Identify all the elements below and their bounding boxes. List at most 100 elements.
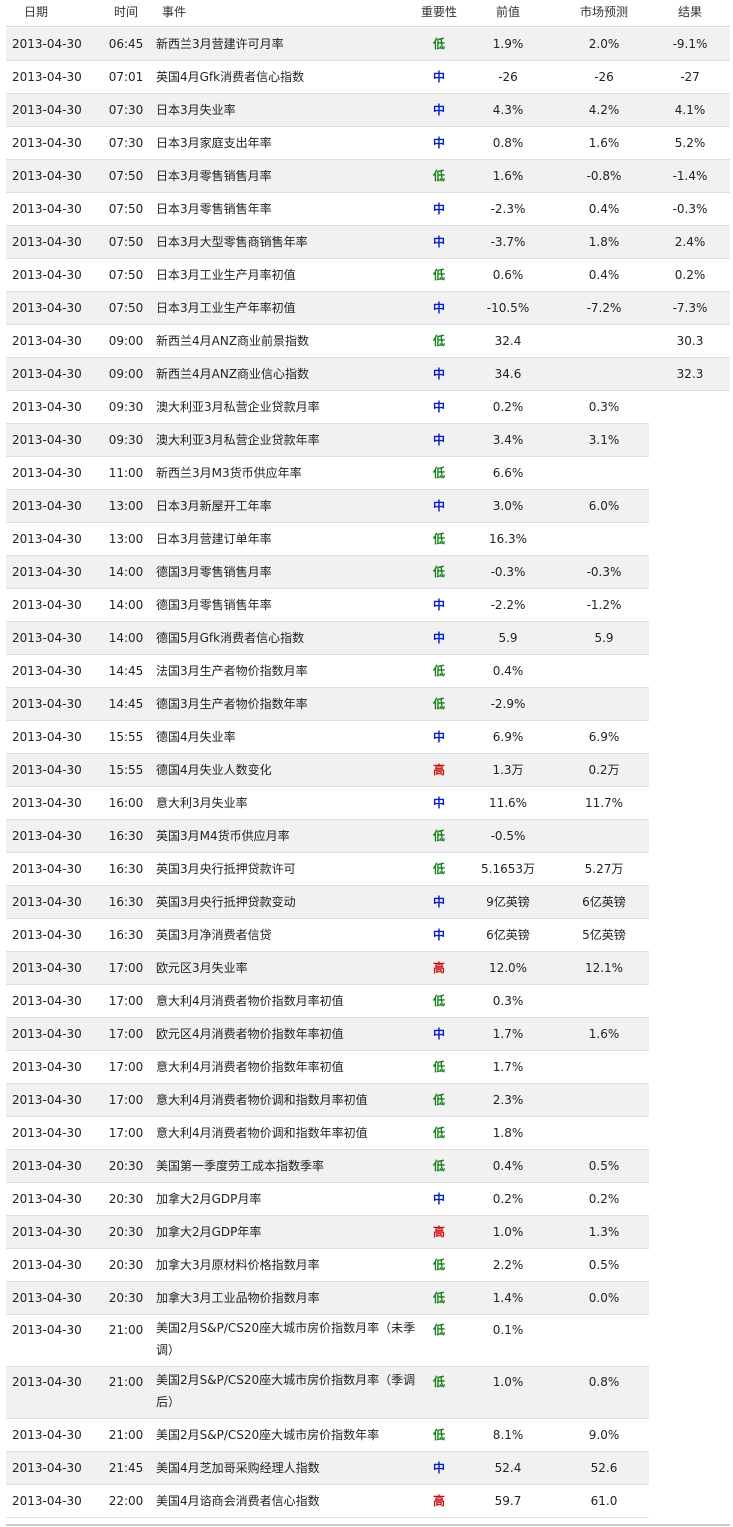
cell-forecast: 0.2% — [588, 1192, 620, 1206]
table-row: 2013-04-30 17:00 意大利4月消费者物价指数月率初值 低 0.3% — [6, 985, 730, 1018]
cell-event: 新西兰4月ANZ商业信心指数 — [156, 367, 310, 381]
cell-previous: 1.0% — [492, 1225, 524, 1239]
cell-event: 意大利4月消费者物价调和指数月率初值 — [156, 1093, 368, 1107]
cell-actual: 2.4% — [674, 235, 706, 249]
table-row: 2013-04-30 09:00 新西兰4月ANZ商业信心指数 中 34.6 32.3 — [6, 358, 730, 391]
cell-event: 美国2月S&P/CS20座大城市房价指数月率（未季调） — [156, 1321, 416, 1357]
cell-time: 20:30 — [108, 1291, 144, 1305]
cell-time: 14:00 — [108, 565, 144, 579]
cell-previous: -10.5% — [486, 301, 530, 315]
cell-previous: 6亿英镑 — [486, 928, 530, 942]
cell-time: 17:00 — [108, 1126, 144, 1140]
cell-event: 新西兰3月M3货币供应年率 — [156, 466, 302, 480]
table-row: 2013-04-30 17:00 欧元区3月失业率 高 12.0% 12.1% — [6, 952, 730, 985]
table-row: 2013-04-30 07:50 日本3月工业生产年率初值 中 -10.5% -7.2% -… — [6, 292, 730, 325]
cell-previous: 4.3% — [492, 103, 524, 117]
cell-date: 2013-04-30 — [12, 1428, 82, 1442]
cell-event: 德国4月失业人数变化 — [156, 763, 272, 777]
cell-date: 2013-04-30 — [12, 1258, 82, 1272]
table-bottom-rule — [6, 1524, 730, 1526]
cell-event: 美国2月S&P/CS20座大城市房价指数月率（季调后） — [156, 1373, 416, 1409]
cell-importance: 中 — [432, 202, 445, 216]
cell-forecast: 5.27万 — [584, 862, 624, 876]
cell-previous: 0.4% — [492, 1159, 524, 1173]
table-row: 2013-04-30 07:50 日本3月零售销售年率 中 -2.3% 0.4% -0.3% — [6, 193, 730, 226]
cell-forecast: -0.8% — [586, 169, 622, 183]
table-row: 2013-04-30 15:55 德国4月失业率 中 6.9% 6.9% — [6, 721, 730, 754]
cell-date: 2013-04-30 — [12, 598, 82, 612]
cell-date: 2013-04-30 — [12, 334, 82, 348]
cell-date: 2013-04-30 — [12, 664, 82, 678]
table-row: 2013-04-30 20:30 加拿大3月工业品物价指数月率 低 1.4% 0.0% — [6, 1282, 730, 1315]
cell-importance: 低 — [432, 1375, 445, 1389]
cell-importance: 高 — [432, 763, 445, 777]
cell-previous: 59.7 — [494, 1494, 522, 1508]
cell-event: 德国3月零售销售月率 — [156, 565, 272, 579]
table-row: 2013-04-30 20:30 加拿大2月GDP月率 中 0.2% 0.2% — [6, 1183, 730, 1216]
cell-importance: 低 — [432, 697, 445, 711]
cell-importance: 低 — [432, 1428, 445, 1442]
cell-importance: 中 — [432, 796, 445, 810]
table-header: 日期 时间 事件 重要性 前值 市场预测 结果 — [6, 0, 730, 27]
cell-time: 07:50 — [108, 235, 144, 249]
cell-actual: 30.3 — [676, 334, 704, 348]
cell-importance: 低 — [432, 829, 445, 843]
cell-actual: -7.3% — [672, 301, 708, 315]
cell-importance: 低 — [432, 1126, 445, 1140]
cell-time: 16:30 — [108, 895, 144, 909]
header-date: 日期 — [24, 5, 49, 19]
table-row: 2013-04-30 11:00 新西兰3月M3货币供应年率 低 6.6% — [6, 457, 730, 490]
cell-date: 2013-04-30 — [12, 631, 82, 645]
cell-event: 日本3月失业率 — [156, 103, 236, 117]
cell-importance: 中 — [432, 598, 445, 612]
cell-date: 2013-04-30 — [12, 433, 82, 447]
cell-actual: -1.4% — [672, 169, 708, 183]
cell-event: 日本3月家庭支出年率 — [156, 136, 272, 150]
cell-time: 17:00 — [108, 994, 144, 1008]
header-previous: 前值 — [495, 5, 520, 19]
cell-time: 14:45 — [108, 664, 144, 678]
table-row: 2013-04-30 17:00 意大利4月消费者物价指数年率初值 低 1.7% — [6, 1051, 730, 1084]
cell-event: 澳大利亚3月私营企业贷款年率 — [156, 433, 320, 447]
cell-forecast: 1.6% — [588, 136, 620, 150]
table-row: 2013-04-30 14:00 德国5月Gfk消费者信心指数 中 5.9 5.9 — [6, 622, 730, 655]
table-row: 2013-04-30 21:45 美国4月芝加哥采购经理人指数 中 52.4 52.6 — [6, 1452, 730, 1485]
cell-time: 16:00 — [108, 796, 144, 810]
cell-time: 20:30 — [108, 1192, 144, 1206]
table-row: 2013-04-30 16:30 英国3月央行抵押贷款许可 低 5.1653万 5.27万 — [6, 853, 730, 886]
cell-time: 07:01 — [108, 70, 144, 84]
header-actual: 结果 — [677, 5, 702, 19]
cell-time: 07:50 — [108, 202, 144, 216]
cell-importance: 中 — [432, 70, 445, 84]
cell-actual: 4.1% — [674, 103, 706, 117]
cell-previous: 3.0% — [492, 499, 524, 513]
cell-date: 2013-04-30 — [12, 961, 82, 975]
cell-date: 2013-04-30 — [12, 895, 82, 909]
cell-date: 2013-04-30 — [12, 466, 82, 480]
cell-event: 新西兰4月ANZ商业前景指数 — [156, 334, 310, 348]
cell-time: 17:00 — [108, 1060, 144, 1074]
cell-actual: -27 — [680, 70, 700, 84]
cell-time: 21:00 — [108, 1323, 144, 1337]
cell-event: 英国3月央行抵押贷款变动 — [156, 895, 296, 909]
cell-event: 美国4月芝加哥采购经理人指数 — [156, 1461, 320, 1475]
cell-event: 澳大利亚3月私营企业贷款月率 — [156, 400, 320, 414]
cell-event: 日本3月大型零售商销售年率 — [156, 235, 308, 249]
cell-date: 2013-04-30 — [12, 1027, 82, 1041]
cell-importance: 低 — [432, 169, 445, 183]
cell-date: 2013-04-30 — [12, 796, 82, 810]
table-row: 2013-04-30 17:00 欧元区4月消费者物价指数年率初值 中 1.7% 1.6% — [6, 1018, 730, 1051]
cell-date: 2013-04-30 — [12, 994, 82, 1008]
cell-time: 07:50 — [108, 169, 144, 183]
cell-time: 16:30 — [108, 829, 144, 843]
cell-date: 2013-04-30 — [12, 763, 82, 777]
cell-previous: 6.9% — [492, 730, 524, 744]
cell-forecast: 1.3% — [588, 1225, 620, 1239]
cell-forecast: 6亿英镑 — [582, 895, 626, 909]
cell-importance: 低 — [432, 994, 445, 1008]
cell-time: 17:00 — [108, 1027, 144, 1041]
cell-importance: 中 — [432, 235, 445, 249]
cell-previous: 1.7% — [492, 1060, 524, 1074]
cell-importance: 低 — [432, 532, 445, 546]
header-forecast: 市场预测 — [579, 5, 628, 19]
